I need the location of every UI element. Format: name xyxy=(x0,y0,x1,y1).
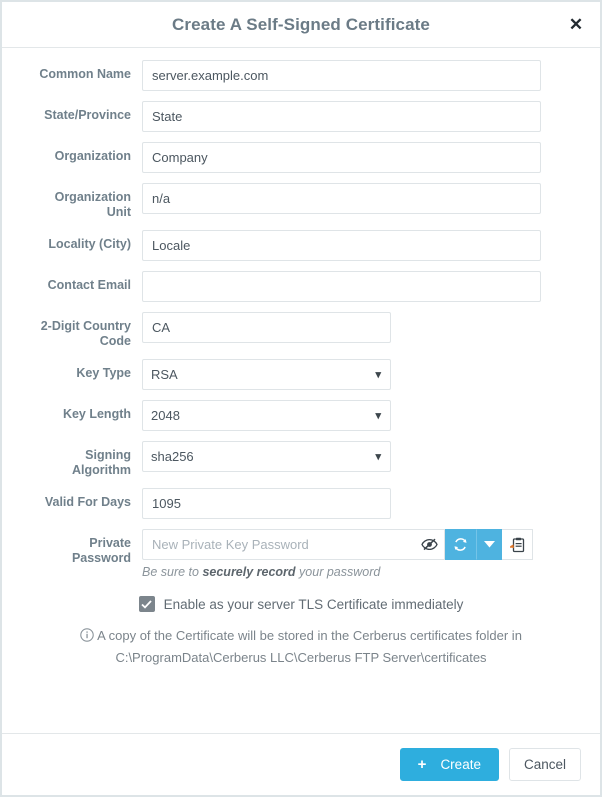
form-row-contact-email: Contact Email xyxy=(28,271,574,302)
enable-tls-label[interactable]: Enable as your server TLS Certificate im… xyxy=(164,597,464,612)
label-state-province: State/Province xyxy=(44,108,131,122)
form-row-valid-days: Valid For Days xyxy=(28,488,574,519)
eye-slash-icon[interactable] xyxy=(414,529,445,560)
common-name-input[interactable] xyxy=(142,60,541,91)
cancel-button[interactable]: Cancel xyxy=(508,748,581,781)
country-code-input[interactable] xyxy=(142,312,391,343)
organization-input[interactable] xyxy=(142,142,541,173)
form-row-country-code: 2-Digit Country Code xyxy=(28,312,574,349)
state-province-input[interactable] xyxy=(142,101,541,132)
dialog-title: Create A Self-Signed Certificate xyxy=(172,14,430,34)
field-private-password: Be sure to securely record your password xyxy=(142,529,574,580)
enable-tls-checkbox[interactable] xyxy=(138,596,155,612)
enable-tls-row: Enable as your server TLS Certificate im… xyxy=(28,596,574,612)
label-organization-unit: Organization Unit xyxy=(54,190,131,219)
dialog-body: Common Name State/Province Organization … xyxy=(2,48,600,733)
field-country-code xyxy=(142,312,574,343)
form-row-key-type: Key Type RSA ▾ xyxy=(28,359,574,390)
label-locality: Locality (City) xyxy=(48,237,131,251)
field-common-name xyxy=(142,60,574,91)
form-row-organization-unit: Organization Unit xyxy=(28,183,574,220)
label-contact-email: Contact Email xyxy=(47,278,131,292)
form-row-signing-algorithm: Signing Algorithm sha256 ▾ xyxy=(28,441,574,478)
password-hint: Be sure to securely record your password xyxy=(142,564,574,580)
note-line-2: C:\ProgramData\Cerberus LLC\Cerberus FTP… xyxy=(115,650,487,665)
create-button-label: Create xyxy=(440,757,481,772)
field-key-type: RSA ▾ xyxy=(142,359,574,390)
checkmark-icon xyxy=(141,599,152,609)
organization-unit-input[interactable] xyxy=(142,183,541,214)
create-certificate-dialog: Create A Self-Signed Certificate ✕ Commo… xyxy=(0,0,602,797)
close-icon[interactable]: ✕ xyxy=(564,13,588,37)
password-hint-prefix: Be sure to xyxy=(142,565,203,579)
form-row-organization: Organization xyxy=(28,142,574,173)
note-line-1: A copy of the Certificate will be stored… xyxy=(97,628,522,643)
private-password-input[interactable] xyxy=(142,529,414,560)
field-key-length: 2048 ▾ xyxy=(142,400,574,431)
label-common-name: Common Name xyxy=(39,67,131,81)
caret-down-icon[interactable] xyxy=(476,529,502,560)
create-button[interactable]: + Create xyxy=(399,748,499,781)
field-valid-days xyxy=(142,488,574,519)
key-type-select[interactable]: RSA xyxy=(142,359,391,390)
label-organization: Organization xyxy=(54,149,131,163)
certificate-storage-note: A copy of the Certificate will be stored… xyxy=(28,626,574,668)
clipboard-paste-icon[interactable] xyxy=(502,529,533,560)
locality-input[interactable] xyxy=(142,230,541,261)
form-row-locality: Locality (City) xyxy=(28,230,574,261)
dialog-footer: + Create Cancel xyxy=(2,733,600,795)
key-length-select[interactable]: 2048 xyxy=(142,400,391,431)
refresh-icon[interactable] xyxy=(445,529,476,560)
valid-days-input[interactable] xyxy=(142,488,391,519)
field-contact-email xyxy=(142,271,574,302)
plus-icon: + xyxy=(417,756,427,773)
signing-algorithm-select[interactable]: sha256 xyxy=(142,441,391,472)
password-hint-suffix: your password xyxy=(295,565,381,579)
field-organization xyxy=(142,142,574,173)
label-private-password: Private Password xyxy=(71,536,131,565)
field-state-province xyxy=(142,101,574,132)
label-signing-algorithm: Signing Algorithm xyxy=(71,448,131,477)
label-valid-days: Valid For Days xyxy=(44,495,131,509)
form-row-common-name: Common Name xyxy=(28,60,574,91)
password-input-group xyxy=(142,529,574,560)
form-row-key-length: Key Length 2048 ▾ xyxy=(28,400,574,431)
label-country-code: 2-Digit Country Code xyxy=(40,319,131,348)
label-key-length: Key Length xyxy=(62,407,131,421)
field-locality xyxy=(142,230,574,261)
dialog-header: Create A Self-Signed Certificate ✕ xyxy=(2,2,600,48)
password-hint-strong: securely record xyxy=(202,565,296,579)
form-row-state-province: State/Province xyxy=(28,101,574,132)
field-signing-algorithm: sha256 ▾ xyxy=(142,441,574,472)
contact-email-input[interactable] xyxy=(142,271,541,302)
field-organization-unit xyxy=(142,183,574,214)
label-key-type: Key Type xyxy=(76,366,131,380)
form-row-private-password: Private Password New Private Key Passwor… xyxy=(28,529,574,580)
info-circle-icon xyxy=(80,628,94,648)
